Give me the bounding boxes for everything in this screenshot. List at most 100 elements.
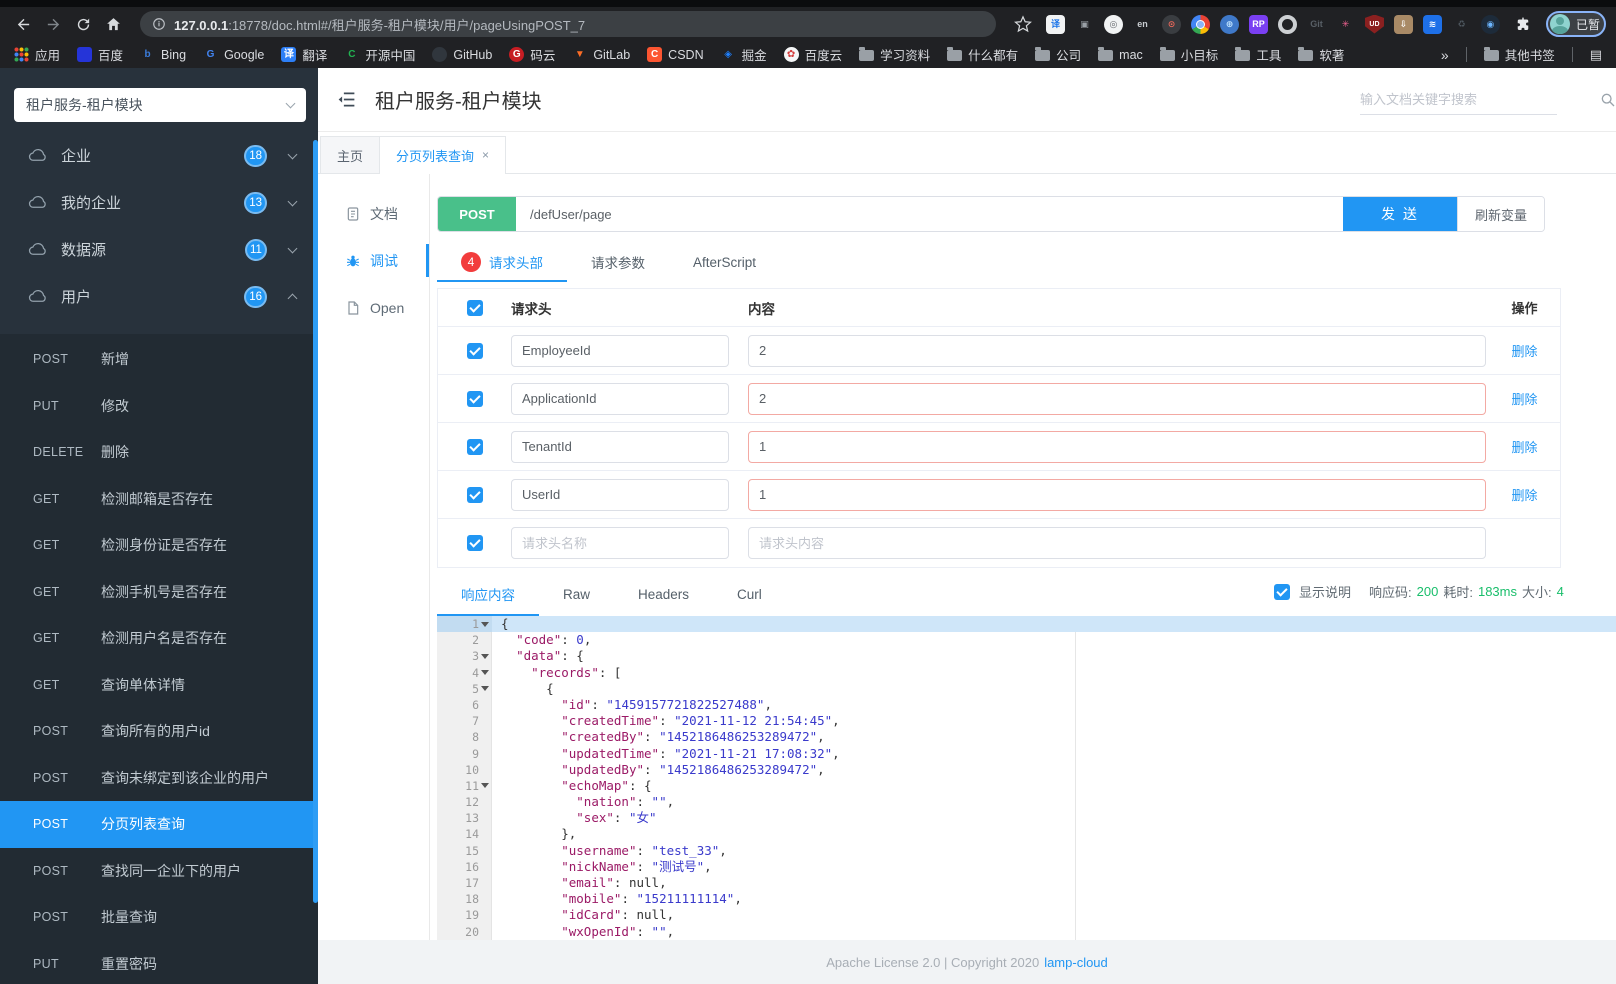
fold-arrow-icon[interactable] xyxy=(481,686,489,692)
bookmark-item[interactable]: 百度 xyxy=(77,45,123,64)
header-name-input[interactable] xyxy=(511,527,729,559)
fold-arrow-icon[interactable] xyxy=(481,653,489,659)
line-number[interactable]: 5 xyxy=(437,681,492,697)
browser-profile-button[interactable]: 已暂 xyxy=(1545,11,1606,37)
subnav-item-debug[interactable]: 调试 xyxy=(318,237,429,284)
sidebar-item-endpoint[interactable]: GET 检测手机号是否存在 xyxy=(0,569,318,616)
sidebar-group[interactable]: 我的企业 13 xyxy=(0,179,318,226)
menu-fold-icon[interactable] xyxy=(336,89,357,110)
extension-icon[interactable]: ✳ xyxy=(1336,15,1355,34)
extension-icon[interactable]: UD xyxy=(1364,14,1384,34)
tab-raw[interactable]: Raw xyxy=(539,574,614,616)
bookmarks-overflow-icon[interactable]: » xyxy=(1441,47,1449,63)
line-number[interactable]: 11 xyxy=(437,778,492,794)
sidebar-item-endpoint[interactable]: GET 检测邮箱是否存在 xyxy=(0,476,318,523)
site-info-icon[interactable] xyxy=(152,17,166,31)
extension-icon[interactable]: RP xyxy=(1248,14,1268,34)
sidebar-item-endpoint[interactable]: GET 检测身份证是否存在 xyxy=(0,522,318,569)
row-checkbox[interactable] xyxy=(466,535,483,551)
reload-icon[interactable] xyxy=(70,11,96,37)
bookmark-item[interactable]: 应用 xyxy=(14,45,60,64)
line-number[interactable]: 1 xyxy=(437,616,492,633)
line-number[interactable]: 6 xyxy=(437,697,492,713)
bookmark-item[interactable]: GitHub xyxy=(432,47,492,62)
line-number[interactable]: 4 xyxy=(437,665,492,681)
header-name-input[interactable] xyxy=(511,334,729,367)
header-value-input[interactable] xyxy=(748,382,1486,415)
line-number[interactable]: 17 xyxy=(437,875,492,891)
line-number[interactable]: 2 xyxy=(437,632,492,648)
bookmark-item[interactable]: C 开源中国 xyxy=(344,45,415,64)
request-url-input[interactable]: /defUser/page xyxy=(516,197,1343,231)
line-number[interactable]: 20 xyxy=(437,924,492,940)
bookmark-item[interactable]: 公司 xyxy=(1035,45,1081,64)
bookmark-item[interactable]: b Bing xyxy=(140,47,186,62)
extension-icon[interactable]: ♻ xyxy=(1452,15,1471,34)
header-name-input[interactable] xyxy=(511,430,729,463)
extension-icon[interactable]: ⇩ xyxy=(1393,14,1413,34)
line-number[interactable]: 14 xyxy=(437,826,492,842)
response-json-editor[interactable]: 1 { 2 "code": 0, 3 "data": { 4 "records"… xyxy=(437,616,1616,940)
sidebar-item-endpoint[interactable]: DELETE 删除 xyxy=(0,429,318,476)
fold-arrow-icon[interactable] xyxy=(481,783,489,789)
delete-link[interactable]: 删除 xyxy=(1511,341,1537,360)
delete-link[interactable]: 删除 xyxy=(1511,437,1537,456)
extension-icon[interactable]: ◉ xyxy=(1480,14,1500,34)
extension-icon[interactable]: ⊕ xyxy=(1219,14,1239,34)
lamp-cloud-link[interactable]: lamp-cloud xyxy=(1044,955,1108,970)
show-desc-checkbox[interactable] xyxy=(1274,583,1290,600)
extension-icon[interactable] xyxy=(1277,14,1297,34)
sidebar-item-endpoint[interactable]: POST 分页列表查询 xyxy=(0,801,318,848)
bookmark-item[interactable]: C CSDN xyxy=(647,47,704,62)
sidebar-group[interactable]: 数据源 11 xyxy=(0,226,318,273)
subnav-item-doc[interactable]: 文档 xyxy=(318,190,429,237)
sidebar-item-endpoint[interactable]: GET 检测用户名是否存在 xyxy=(0,615,318,662)
bookmark-item[interactable]: G 码云 xyxy=(509,45,555,64)
bookmark-item[interactable]: 工具 xyxy=(1235,45,1281,64)
forward-icon[interactable] xyxy=(40,11,66,37)
line-number[interactable]: 7 xyxy=(437,713,492,729)
header-name-input[interactable] xyxy=(511,382,729,415)
sidebar-item-endpoint[interactable]: POST 新增 xyxy=(0,336,318,383)
extension-icon[interactable]: ▣ xyxy=(1075,15,1094,34)
other-bookmarks[interactable]: 其他书签 xyxy=(1483,45,1555,64)
tab-headers[interactable]: Headers xyxy=(614,574,713,616)
row-checkbox[interactable] xyxy=(466,486,483,503)
extension-icon[interactable]: ≋ xyxy=(1422,14,1442,34)
tab-curl[interactable]: Curl xyxy=(713,574,786,616)
extension-icon[interactable]: ⊙ xyxy=(1161,14,1181,34)
extension-icon[interactable]: 译 xyxy=(1045,14,1065,34)
delete-link[interactable]: 删除 xyxy=(1511,389,1537,408)
tab-home[interactable]: 主页 xyxy=(320,136,381,173)
sidebar-item-endpoint[interactable]: PUT 重置密码 xyxy=(0,941,318,984)
sidebar-item-endpoint[interactable]: POST 批量查询 xyxy=(0,894,318,941)
back-icon[interactable] xyxy=(10,11,36,37)
header-value-input[interactable] xyxy=(748,527,1486,559)
tab-request-params[interactable]: 请求参数 xyxy=(567,244,669,282)
tab-afterscript[interactable]: AfterScript xyxy=(669,244,780,282)
extension-icon[interactable]: en xyxy=(1133,15,1152,34)
tab-request-headers[interactable]: 4 请求头部 xyxy=(437,244,567,282)
sidebar-item-endpoint[interactable]: PUT 修改 xyxy=(0,383,318,430)
line-number[interactable]: 18 xyxy=(437,891,492,907)
row-checkbox[interactable] xyxy=(466,390,483,407)
header-name-input[interactable] xyxy=(511,478,729,511)
address-bar[interactable]: 127.0.0.1:18778/doc.html#/租户服务-租户模块/用户/p… xyxy=(140,11,996,37)
extension-icon[interactable]: Git xyxy=(1307,15,1326,34)
header-value-input[interactable] xyxy=(748,478,1486,511)
fold-arrow-icon[interactable] xyxy=(481,621,489,627)
line-number[interactable]: 10 xyxy=(437,762,492,778)
line-number[interactable]: 16 xyxy=(437,859,492,875)
bookmark-item[interactable]: 软著 xyxy=(1298,45,1344,64)
close-icon[interactable]: × xyxy=(482,148,489,162)
bookmark-item[interactable]: mac xyxy=(1098,47,1143,62)
line-number[interactable]: 12 xyxy=(437,794,492,810)
bookmark-item[interactable]: 小目标 xyxy=(1159,45,1218,64)
sidebar-item-endpoint[interactable]: POST 查询未绑定到该企业的用户 xyxy=(0,755,318,802)
select-all-checkbox[interactable] xyxy=(466,299,483,316)
bookmark-item[interactable]: ▼ GitLab xyxy=(572,47,630,62)
subnav-item-open[interactable]: Open xyxy=(318,284,429,331)
bookmark-item[interactable]: ✿ 百度云 xyxy=(783,45,842,64)
line-number[interactable]: 8 xyxy=(437,729,492,745)
tab-response-body[interactable]: 响应内容 xyxy=(437,574,539,616)
